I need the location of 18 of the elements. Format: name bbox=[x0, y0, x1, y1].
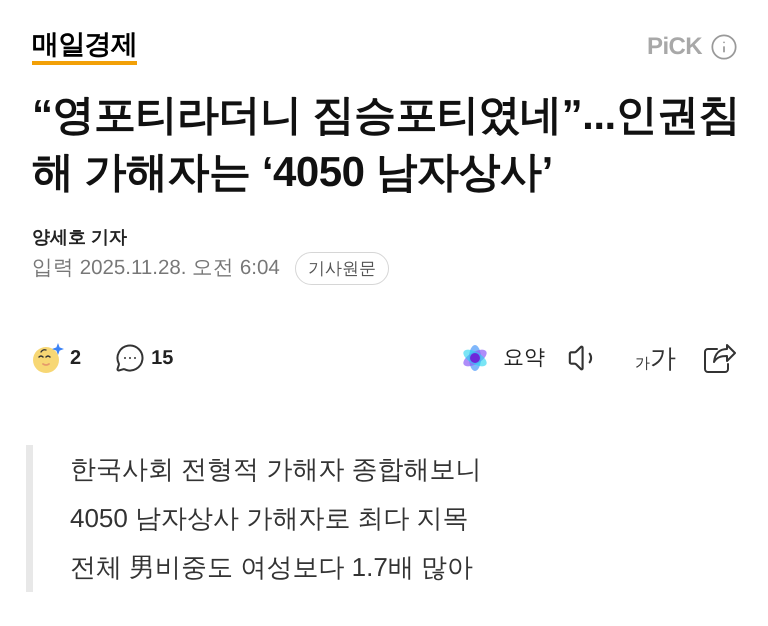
info-icon[interactable] bbox=[710, 33, 738, 61]
comment-count: 15 bbox=[151, 346, 174, 371]
font-size-button[interactable]: 가가 bbox=[635, 345, 676, 371]
share-icon[interactable] bbox=[704, 343, 736, 373]
logo[interactable]: 매일경제 bbox=[32, 29, 138, 65]
flower-icon bbox=[461, 344, 489, 372]
publish-date: 입력 2025.11.28. 오전 6:04 bbox=[32, 255, 280, 282]
reaction-count: 2 bbox=[70, 346, 82, 371]
summary-button[interactable]: 요약 bbox=[461, 342, 545, 374]
smiley-sparkle-icon[interactable] bbox=[32, 342, 64, 374]
author[interactable]: 양세호 기자 bbox=[32, 224, 128, 250]
summary-line: 한국사회 전형적 가해자 종합해보니 bbox=[70, 453, 482, 486]
summary-line: 전체 男비중도 여성보다 1.7배 많아 bbox=[70, 551, 474, 584]
pick-label: PiCK bbox=[647, 32, 702, 62]
headline: “영포티라더니 짐승포티였네”...인권침해 가해자는 ‘4050 남자상사’ bbox=[32, 90, 742, 197]
original-article-button[interactable]: 기사원문 bbox=[294, 252, 389, 285]
comment-icon[interactable] bbox=[115, 343, 146, 373]
summary-line: 4050 남자상사 가해자로 최다 지목 bbox=[70, 502, 469, 535]
